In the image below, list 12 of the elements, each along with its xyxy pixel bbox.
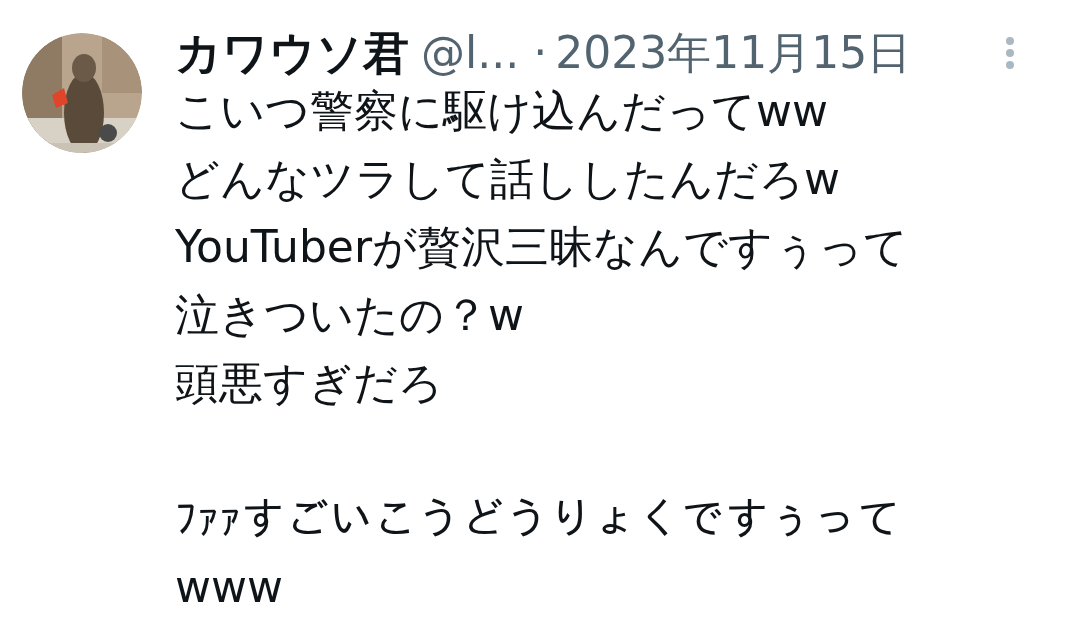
post-text-line: こいつ警察に駆け込んだってww: [175, 84, 828, 138]
author-name[interactable]: カワウソ君: [175, 30, 409, 76]
author-handle: @l...: [421, 31, 520, 75]
post-text-line: www: [175, 560, 283, 614]
post-text-line: 頭悪すぎだろ: [175, 356, 443, 410]
post-text-line: 泣きついたの？w: [175, 288, 524, 342]
separator: ·: [533, 31, 548, 75]
post-text-line: ﾌｧｧすごいこうどうりょくですぅって: [175, 492, 901, 546]
post-text-line: どんなツラして話ししたんだろw: [175, 152, 840, 206]
post-text-line: YouTuberが贅沢三昧なんですぅって: [175, 220, 908, 274]
post-date[interactable]: 2023年11月15日: [555, 31, 912, 75]
more-options-icon[interactable]: [1005, 37, 1015, 69]
